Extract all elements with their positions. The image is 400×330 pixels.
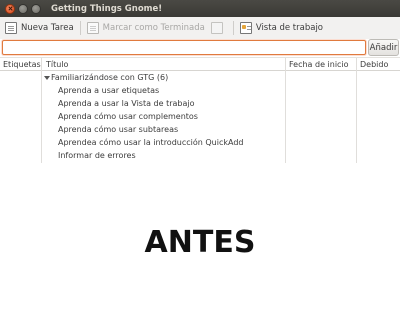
add-button[interactable]: Añadir <box>368 39 399 56</box>
column-header-tags[interactable]: Etiquetas <box>3 59 41 71</box>
task-row[interactable]: Aprenda cómo usar complementos <box>58 110 198 123</box>
work-view-button[interactable]: Vista de trabajo <box>237 19 326 37</box>
work-view-icon <box>239 22 252 34</box>
toolbar-separator <box>232 21 234 35</box>
mark-done-icon <box>86 22 99 34</box>
task-row[interactable]: Aprenda a usar la Vista de trabajo <box>58 97 195 110</box>
toolbar-separator <box>79 21 81 35</box>
minimize-window-button[interactable] <box>18 3 28 14</box>
column-divider <box>41 58 42 163</box>
window-titlebar: Getting Things Gnome! <box>0 0 400 17</box>
maximize-window-button[interactable] <box>31 3 41 14</box>
toolbar: Nueva Tarea Marcar como Terminada Vista … <box>0 17 400 39</box>
delete-task-icon <box>210 22 223 34</box>
new-task-button[interactable]: Nueva Tarea <box>2 19 77 37</box>
column-divider <box>356 58 357 163</box>
task-row[interactable]: Informar de errores <box>58 149 136 162</box>
mark-done-label: Marcar como Terminada <box>102 23 205 33</box>
window-title: Getting Things Gnome! <box>51 3 163 14</box>
column-header-due[interactable]: Debido <box>360 59 388 71</box>
task-row[interactable]: Aprendea cómo usar la introducción Quick… <box>58 136 244 149</box>
new-task-label: Nueva Tarea <box>21 23 74 33</box>
column-header-title[interactable]: Título <box>46 59 68 71</box>
column-divider <box>285 58 286 163</box>
task-row[interactable]: Aprenda cómo usar subtareas <box>58 123 178 136</box>
column-header-start-date[interactable]: Fecha de inicio <box>289 59 349 71</box>
task-list-header: Etiquetas Título Fecha de inicio Debido <box>0 57 400 71</box>
delete-task-button[interactable] <box>208 19 230 37</box>
new-task-icon <box>5 22 17 34</box>
task-row[interactable]: Aprenda a usar etiquetas <box>58 84 159 97</box>
overlay-caption: ANTES <box>144 225 256 260</box>
work-view-label: Vista de trabajo <box>255 23 324 33</box>
expander-icon[interactable] <box>44 76 50 80</box>
mark-done-button[interactable]: Marcar como Terminada <box>84 19 208 37</box>
close-window-button[interactable] <box>5 3 15 14</box>
quickadd-input[interactable] <box>2 40 366 55</box>
task-parent[interactable]: Familiarizándose con GTG (6) <box>51 71 168 84</box>
